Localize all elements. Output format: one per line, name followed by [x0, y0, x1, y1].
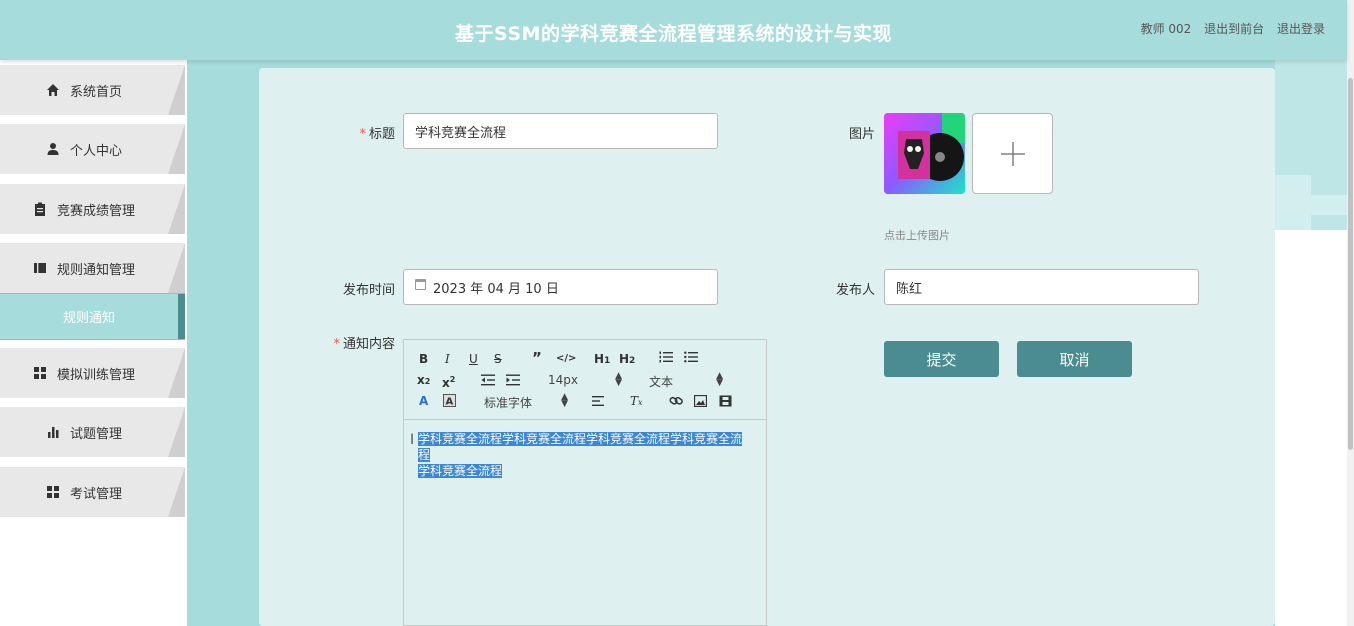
decoration	[1275, 175, 1311, 230]
sidebar: 系统首页 个人中心 竞赛成绩管理 规则通知管理 规则通知 模拟训练管理 试题管理…	[0, 60, 187, 626]
image-label: 图片	[848, 127, 875, 142]
scrollbar-thumb[interactable]	[1348, 78, 1353, 450]
editor-content[interactable]: 学科竞赛全流程学科竞赛全流程学科竞赛全流程学科竞赛全流程 学科竞赛全流程	[418, 431, 750, 479]
sidebar-item-exams[interactable]: 考试管理	[0, 467, 185, 517]
exit-to-front-link[interactable]: 退出到前台	[1204, 22, 1264, 36]
content-label: * 通知内容	[333, 337, 395, 352]
sidebar-item-questions[interactable]: 试题管理	[0, 407, 185, 457]
indent-icon[interactable]	[506, 374, 520, 389]
link-icon[interactable]	[669, 395, 683, 410]
heading2-icon[interactable]: H2	[619, 352, 635, 368]
publish-time-value: 2023 年 04 月 10 日	[433, 281, 559, 297]
image-icon[interactable]	[693, 394, 708, 410]
align-icon[interactable]	[592, 395, 606, 410]
plus-icon	[1000, 141, 1025, 166]
underline-icon[interactable]: U	[469, 352, 478, 366]
book-icon	[33, 261, 47, 275]
clear-format-icon[interactable]: Tx	[630, 394, 643, 410]
text-cursor-icon: I	[410, 432, 415, 448]
background-color-icon[interactable]: A	[443, 394, 456, 410]
title-input[interactable]: 学科竞赛全流程	[403, 113, 718, 149]
decoration	[1275, 230, 1347, 626]
italic-icon[interactable]: I	[445, 352, 450, 366]
top-header: 基于SSM的学科竞赛全流程管理系统的设计与实现 教师 002 退出到前台 退出登…	[0, 0, 1347, 60]
editor-toolbar: B I U S ” </> H1 H2 x2 x2 14px ▲ ▼ 文本 ▲ ▼ …	[404, 340, 766, 420]
text-type-value: 文本	[649, 375, 674, 389]
code-block-icon[interactable]: </>	[556, 352, 576, 366]
grid-icon	[33, 366, 47, 380]
publish-time-label: 发布时间	[342, 283, 395, 298]
publish-time-input[interactable]: 2023 年 04 月 10 日	[403, 269, 718, 305]
bold-icon[interactable]: B	[419, 352, 428, 366]
bar-chart-icon	[46, 425, 60, 439]
strikethrough-icon[interactable]: S	[494, 352, 502, 366]
sidebar-item-competition-scores[interactable]: 竞赛成绩管理	[0, 184, 185, 234]
sidebar-item-rule-notices[interactable]: 规则通知管理	[0, 243, 185, 293]
blockquote-icon[interactable]: ”	[532, 351, 542, 366]
publisher-input[interactable]: 陈红	[884, 269, 1199, 305]
bullet-list-icon[interactable]	[684, 351, 698, 366]
heading1-icon[interactable]: H1	[594, 352, 610, 368]
font-size-value: 14px	[548, 373, 578, 387]
sidebar-item-label: 个人中心	[69, 143, 122, 159]
select-arrows-icon: ▲ ▼	[561, 392, 568, 409]
sidebar-item-label: 规则通知管理	[56, 262, 135, 278]
font-size-select[interactable]: 14px ▲ ▼	[548, 371, 622, 388]
svg-text:A: A	[446, 397, 454, 408]
subscript-icon[interactable]: x2	[417, 373, 430, 389]
sidebar-subitem-label: 规则通知	[62, 311, 115, 326]
sidebar-item-label: 考试管理	[69, 486, 122, 502]
outdent-icon[interactable]	[481, 374, 495, 389]
superscript-icon[interactable]: x2	[442, 373, 455, 390]
cancel-button[interactable]: 取消	[1017, 341, 1132, 377]
sidebar-item-mock-training[interactable]: 模拟训练管理	[0, 348, 185, 398]
home-icon	[46, 83, 60, 97]
sidebar-item-label: 竞赛成绩管理	[56, 203, 135, 219]
selected-text-line-1: 学科竞赛全流程学科竞赛全流程学科竞赛全流程学科竞赛全流程	[418, 432, 743, 462]
grid-icon	[46, 485, 60, 499]
top-links: 教师 002 退出到前台 退出登录	[1132, 20, 1325, 37]
submit-button[interactable]: 提交	[884, 341, 999, 377]
decoration	[1311, 195, 1347, 215]
video-icon[interactable]	[719, 395, 732, 410]
selected-text-line-2: 学科竞赛全流程	[418, 464, 503, 478]
uploaded-image-thumbnail[interactable]	[884, 113, 965, 194]
logout-link[interactable]: 退出登录	[1277, 22, 1325, 36]
font-family-value: 标准字体	[484, 396, 533, 410]
text-type-select[interactable]: 文本 ▲ ▼	[649, 371, 723, 390]
select-arrows-icon: ▲ ▼	[716, 371, 723, 388]
ordered-list-icon[interactable]	[659, 351, 673, 366]
calendar-icon	[415, 278, 426, 290]
title-label: * 标题	[359, 127, 395, 142]
sidebar-item-home[interactable]: 系统首页	[0, 65, 185, 115]
sidebar-subitem-rule-notice[interactable]: 规则通知	[0, 293, 185, 340]
page-scrollbar[interactable]	[1347, 0, 1354, 626]
sidebar-item-label: 模拟训练管理	[56, 367, 135, 383]
add-image-button[interactable]	[972, 113, 1053, 194]
current-user: 教师 002	[1140, 22, 1192, 36]
clipboard-icon	[33, 202, 47, 216]
rich-text-editor: B I U S ” </> H1 H2 x2 x2 14px ▲ ▼ 文本 ▲ ▼ …	[403, 339, 767, 626]
upload-hint: 点击上传图片	[884, 229, 950, 242]
user-icon	[46, 142, 60, 156]
select-arrows-icon: ▲ ▼	[615, 371, 622, 388]
sidebar-item-label: 试题管理	[69, 426, 122, 442]
publisher-label: 发布人	[835, 283, 875, 298]
font-family-select[interactable]: 标准字体 ▲ ▼	[484, 392, 568, 411]
font-color-icon[interactable]: A	[419, 394, 428, 408]
sidebar-item-label: 系统首页	[69, 84, 122, 100]
sidebar-item-profile[interactable]: 个人中心	[0, 124, 185, 174]
